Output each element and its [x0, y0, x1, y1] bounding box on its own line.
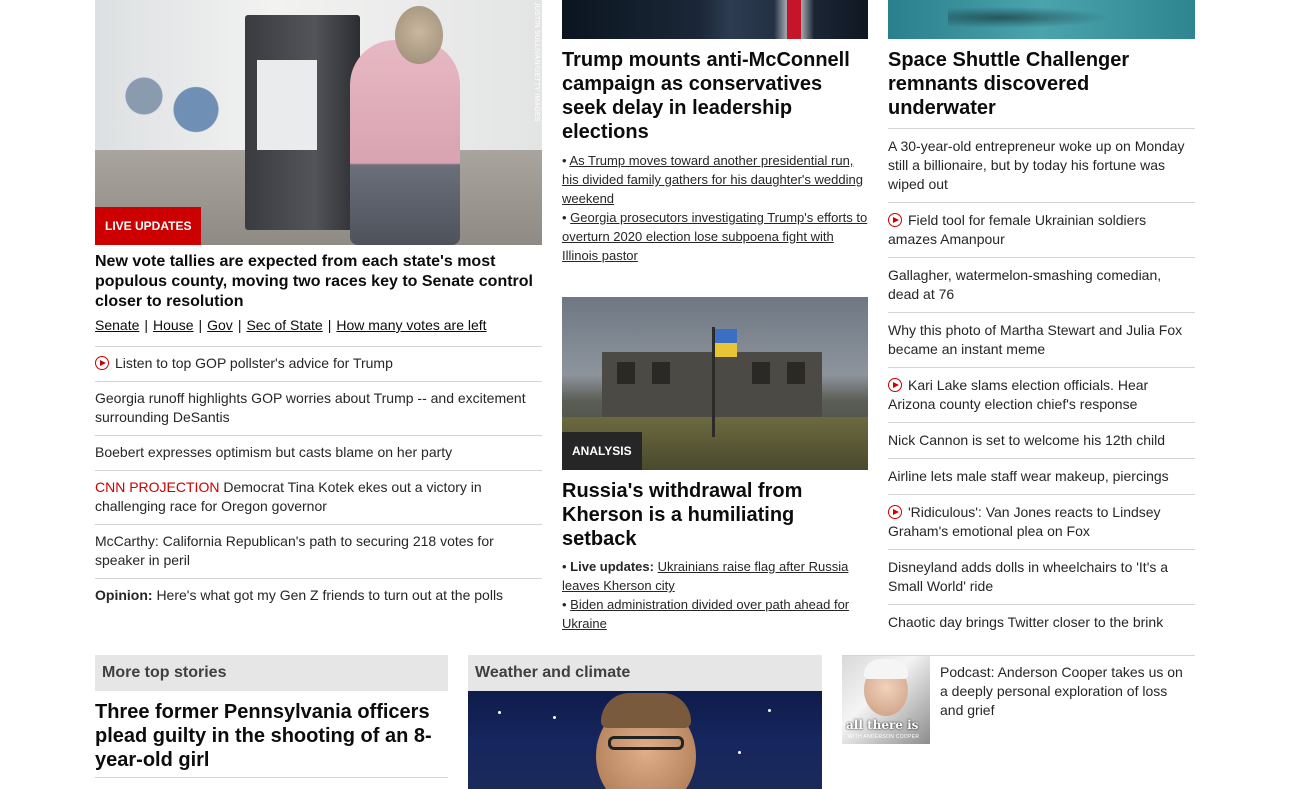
list-item[interactable]: Opinion: Here's what got my Gen Z friend… [95, 578, 542, 613]
bullet-link[interactable]: • Live updates: Ukrainians raise flag af… [562, 557, 868, 595]
list-item[interactable]: CNN PROJECTION Democrat Tina Kotek ekes … [95, 470, 542, 524]
play-icon [888, 505, 902, 519]
weather-image[interactable] [468, 691, 822, 789]
subnav-senate-link[interactable]: Senate [95, 317, 139, 333]
podcast-art-subtitle: WITH ANDERSON COOPER [848, 734, 920, 740]
list-item[interactable]: Listen to top GOP pollster's advice for … [95, 346, 542, 381]
play-icon [888, 378, 902, 392]
list-item[interactable]: A 30-year-old entrepreneur woke up on Mo… [888, 128, 1195, 202]
opinion-label: Opinion: [95, 587, 153, 603]
subnav-house-link[interactable]: House [153, 317, 193, 333]
bullet-link[interactable]: • Biden administration divided over path… [562, 595, 868, 633]
play-icon [888, 213, 902, 227]
list-item[interactable]: Chaotic day brings Twitter closer to the… [888, 604, 1195, 640]
list-item[interactable]: Gallagher, watermelon-smashing comedian,… [888, 257, 1195, 312]
list-item[interactable]: Kari Lake slams election officials. Hear… [888, 367, 1195, 422]
section-heading[interactable]: More top stories [95, 655, 448, 691]
second-story-column: Trump mounts anti-McConnell campaign as … [562, 0, 868, 633]
bullet-link[interactable]: • Georgia prosecutors investigating Trum… [562, 208, 868, 265]
list-item[interactable]: Disneyland adds dolls in wheelchairs to … [888, 549, 1195, 604]
list-item[interactable]: Boebert expresses optimism but casts bla… [95, 435, 542, 470]
analysis-badge[interactable]: ANALYSIS [562, 432, 642, 470]
shuttle-headline[interactable]: Space Shuttle Challenger remnants discov… [888, 48, 1195, 120]
list-item[interactable]: Georgia runoff highlights GOP worries ab… [95, 381, 542, 435]
subnav-gov-link[interactable]: Gov [207, 317, 233, 333]
subnav-sec-of-state-link[interactable]: Sec of State [246, 317, 322, 333]
trump-headline[interactable]: Trump mounts anti-McConnell campaign as … [562, 48, 868, 144]
list-item[interactable]: Nick Cannon is set to welcome his 12th c… [888, 422, 1195, 458]
kherson-image[interactable]: ANALYSIS [562, 297, 868, 470]
hero-headline[interactable]: New vote tallies are expected from each … [95, 252, 535, 312]
photo-credit: JUSTIN SULLIVAN/GETTY IMAGES [533, 2, 540, 122]
podcast-art-title: all there is [846, 718, 919, 732]
more-top-stories-section: More top stories Three former Pennsylvan… [95, 655, 448, 778]
section-heading[interactable]: Weather and climate [468, 655, 822, 691]
list-item[interactable]: McCarthy: California Republican's path t… [95, 524, 542, 578]
list-item[interactable]: Field tool for female Ukrainian soldiers… [888, 202, 1195, 257]
main-story-column: JUSTIN SULLIVAN/GETTY IMAGES LIVE UPDATE… [95, 0, 542, 613]
col3-headline-list: A 30-year-old entrepreneur woke up on Mo… [888, 128, 1195, 640]
hero-image[interactable]: JUSTIN SULLIVAN/GETTY IMAGES LIVE UPDATE… [95, 0, 542, 245]
podcast-headline[interactable]: Podcast: Anderson Cooper takes us on a d… [940, 663, 1190, 720]
cnn-projection-label: CNN PROJECTION [95, 479, 220, 495]
col1-headline-list: Listen to top GOP pollster's advice for … [95, 346, 542, 613]
weather-climate-section: Weather and climate [468, 655, 822, 789]
shuttle-image[interactable] [888, 0, 1195, 39]
list-item[interactable]: 'Ridiculous': Van Jones reacts to Lindse… [888, 494, 1195, 549]
list-item[interactable]: Why this photo of Martha Stewart and Jul… [888, 312, 1195, 367]
kherson-headline[interactable]: Russia's withdrawal from Kherson is a hu… [562, 479, 868, 551]
hero-subnav: Senate | House | Gov | Sec of State | How many v… [95, 317, 487, 333]
pennsylvania-headline[interactable]: Three former Pennsylvania officers plead… [95, 700, 448, 778]
trump-image[interactable] [562, 0, 868, 39]
list-item[interactable]: Airline lets male staff wear makeup, pie… [888, 458, 1195, 494]
live-updates-badge[interactable]: LIVE UPDATES [95, 207, 202, 245]
third-story-column: Space Shuttle Challenger remnants discov… [888, 0, 1195, 640]
subnav-votes-left-link[interactable]: How many votes are left [336, 317, 486, 333]
bullet-link[interactable]: • As Trump moves toward another presiden… [562, 151, 868, 208]
play-icon [95, 356, 109, 370]
podcast-promo[interactable]: all there is WITH ANDERSON COOPER Podcas… [842, 655, 1195, 744]
podcast-artwork[interactable]: all there is WITH ANDERSON COOPER [842, 656, 930, 744]
